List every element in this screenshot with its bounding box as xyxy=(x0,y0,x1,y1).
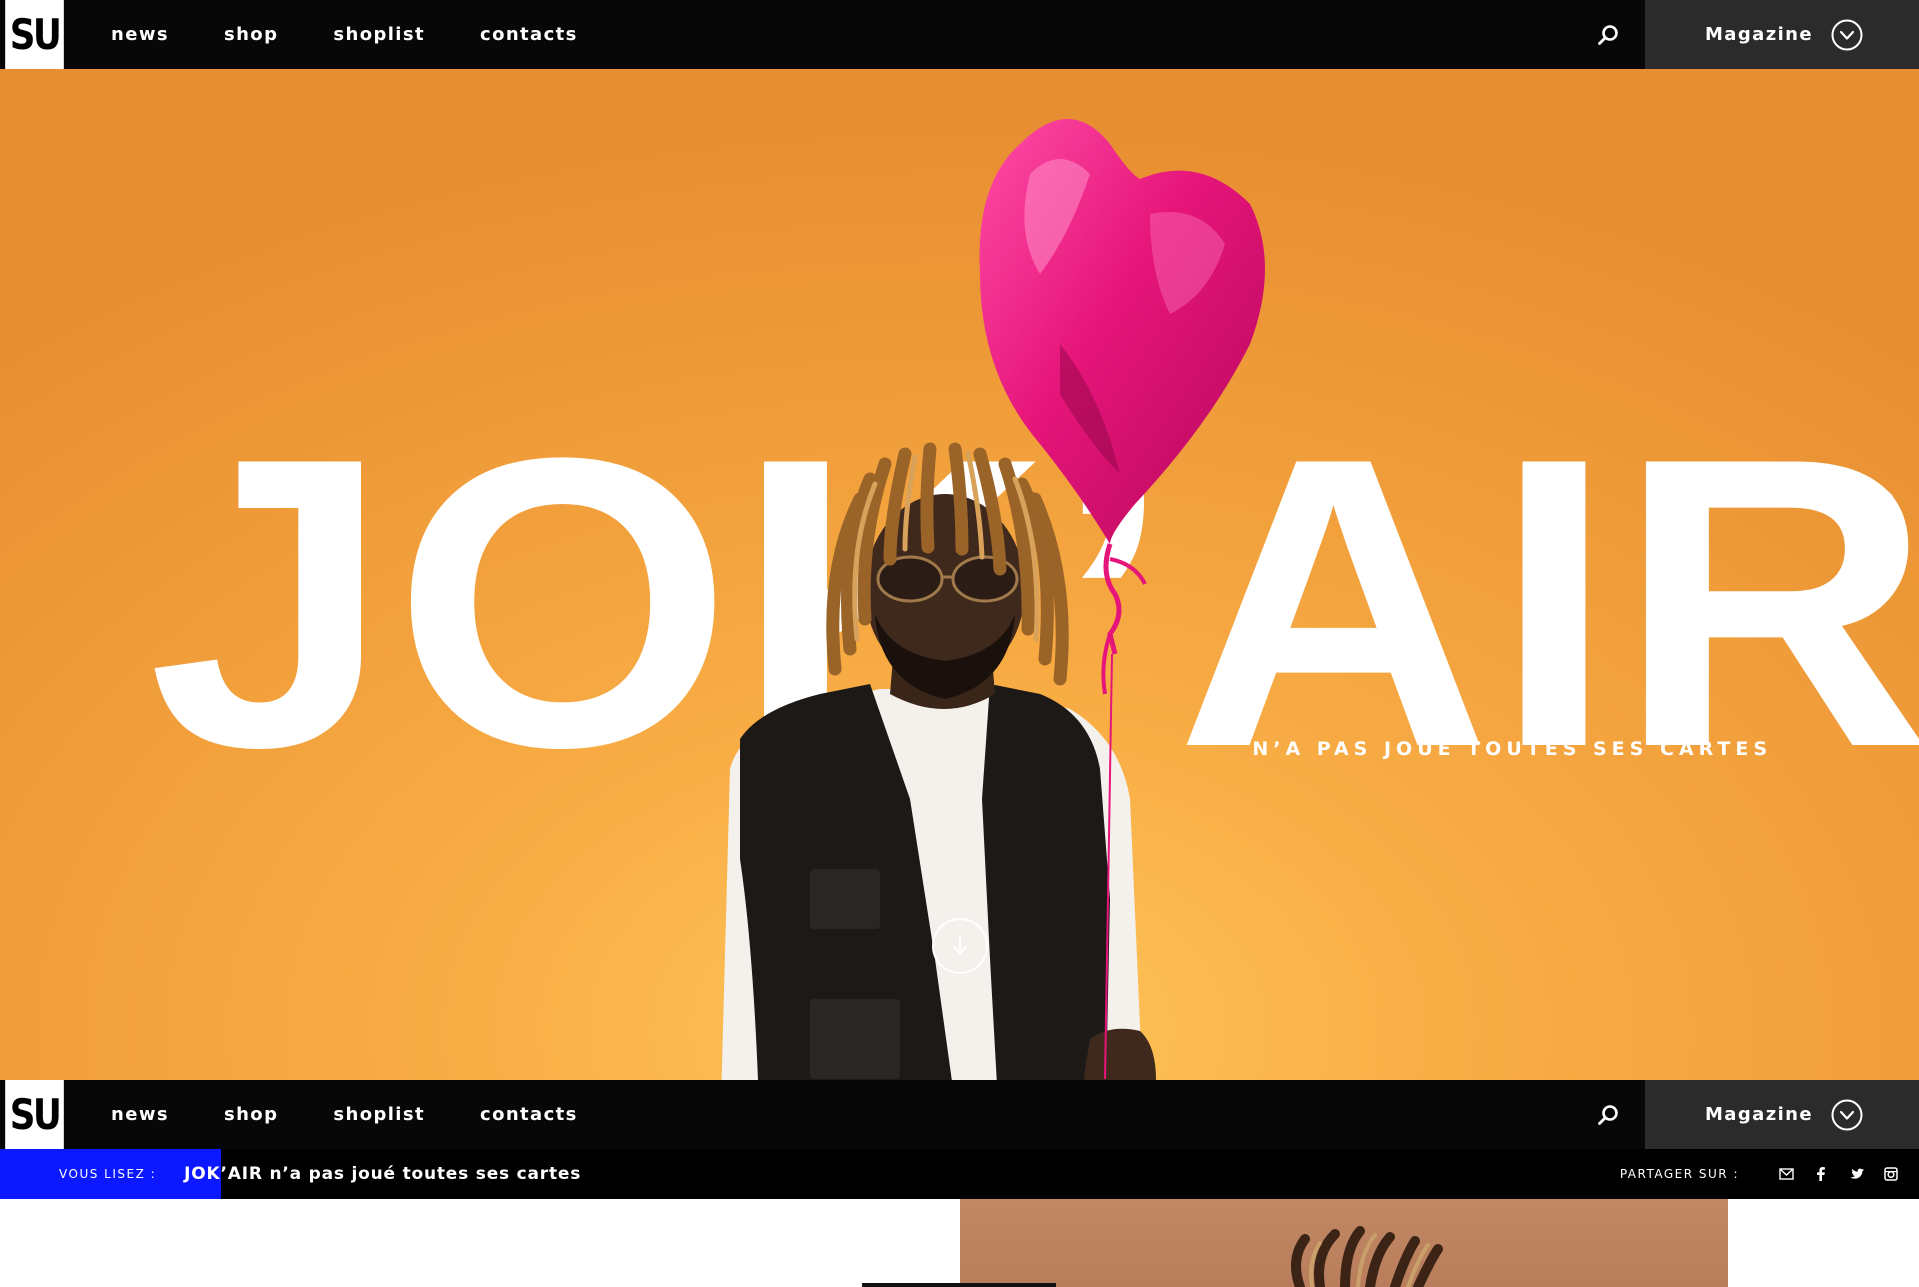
nav-link-contacts[interactable]: contacts xyxy=(480,24,578,45)
share-count-label: PARTAGER xyxy=(1875,493,1888,573)
nav-link-contacts[interactable]: contacts xyxy=(480,1104,578,1125)
top-navbar: SU news shop shoplist contacts Magazine xyxy=(0,0,1919,69)
arrow-down-icon xyxy=(952,936,968,955)
scroll-down-button[interactable] xyxy=(932,918,988,974)
mail-icon[interactable] xyxy=(1778,1166,1794,1182)
reading-article-title[interactable]: JOK’AIR n’a pas joué toutes ses cartes xyxy=(184,1164,581,1184)
nav-link-shoplist[interactable]: shoplist xyxy=(333,24,425,45)
main-nav: news shop shoplist contacts xyxy=(111,1080,633,1149)
magazine-label: Magazine xyxy=(1705,1104,1813,1125)
sticky-navbar: SU news shop shoplist contacts Magazine xyxy=(0,1080,1919,1149)
main-nav: news shop shoplist contacts xyxy=(111,0,633,69)
hero-section: JOK’AIR N’A PAS JOUÉ TOUTES SES CARTES 5… xyxy=(0,69,1919,1080)
twitter-icon[interactable] xyxy=(1848,1166,1864,1182)
heart-balloon xyxy=(979,119,1265,1080)
chevron-down-circle-icon xyxy=(1831,19,1863,51)
divider-line xyxy=(862,1283,1056,1287)
site-logo[interactable]: SU xyxy=(5,0,64,69)
share-counter[interactable]: 58 PARTAGER xyxy=(1844,489,1907,649)
facebook-icon[interactable] xyxy=(1813,1166,1829,1182)
nav-link-shop[interactable]: shop xyxy=(224,24,278,45)
reading-article-rest: n’a pas joué toutes ses cartes xyxy=(262,1164,582,1184)
instagram-icon[interactable] xyxy=(1883,1166,1899,1182)
magazine-menu-button[interactable]: Magazine xyxy=(1645,1080,1919,1149)
reading-progress-bar: VOUS LISEZ : JOK’AIR n’a pas joué toutes… xyxy=(0,1149,1919,1199)
artist-photo-crop xyxy=(1291,1226,1443,1287)
site-logo[interactable]: SU xyxy=(5,1080,64,1149)
nav-link-shoplist[interactable]: shoplist xyxy=(333,1104,425,1125)
reading-article-artist: JOK’AIR xyxy=(184,1164,263,1184)
nav-link-shop[interactable]: shop xyxy=(224,1104,278,1125)
magazine-label: Magazine xyxy=(1705,24,1813,45)
search-icon[interactable] xyxy=(1597,24,1619,46)
share-row: PARTAGER SUR : xyxy=(1620,1149,1899,1199)
nav-link-news[interactable]: news xyxy=(111,24,169,45)
magazine-menu-button[interactable]: Magazine xyxy=(1645,0,1919,69)
search-icon[interactable] xyxy=(1597,1104,1619,1126)
nav-link-news[interactable]: news xyxy=(111,1104,169,1125)
chevron-down-circle-icon xyxy=(1831,1099,1863,1131)
reading-label: VOUS LISEZ : xyxy=(59,1167,157,1181)
hero-subtitle: N’A PAS JOUÉ TOUTES SES CARTES xyxy=(1252,738,1772,760)
article-image xyxy=(960,1199,1728,1287)
share-row-label: PARTAGER SUR : xyxy=(1619,1167,1739,1181)
